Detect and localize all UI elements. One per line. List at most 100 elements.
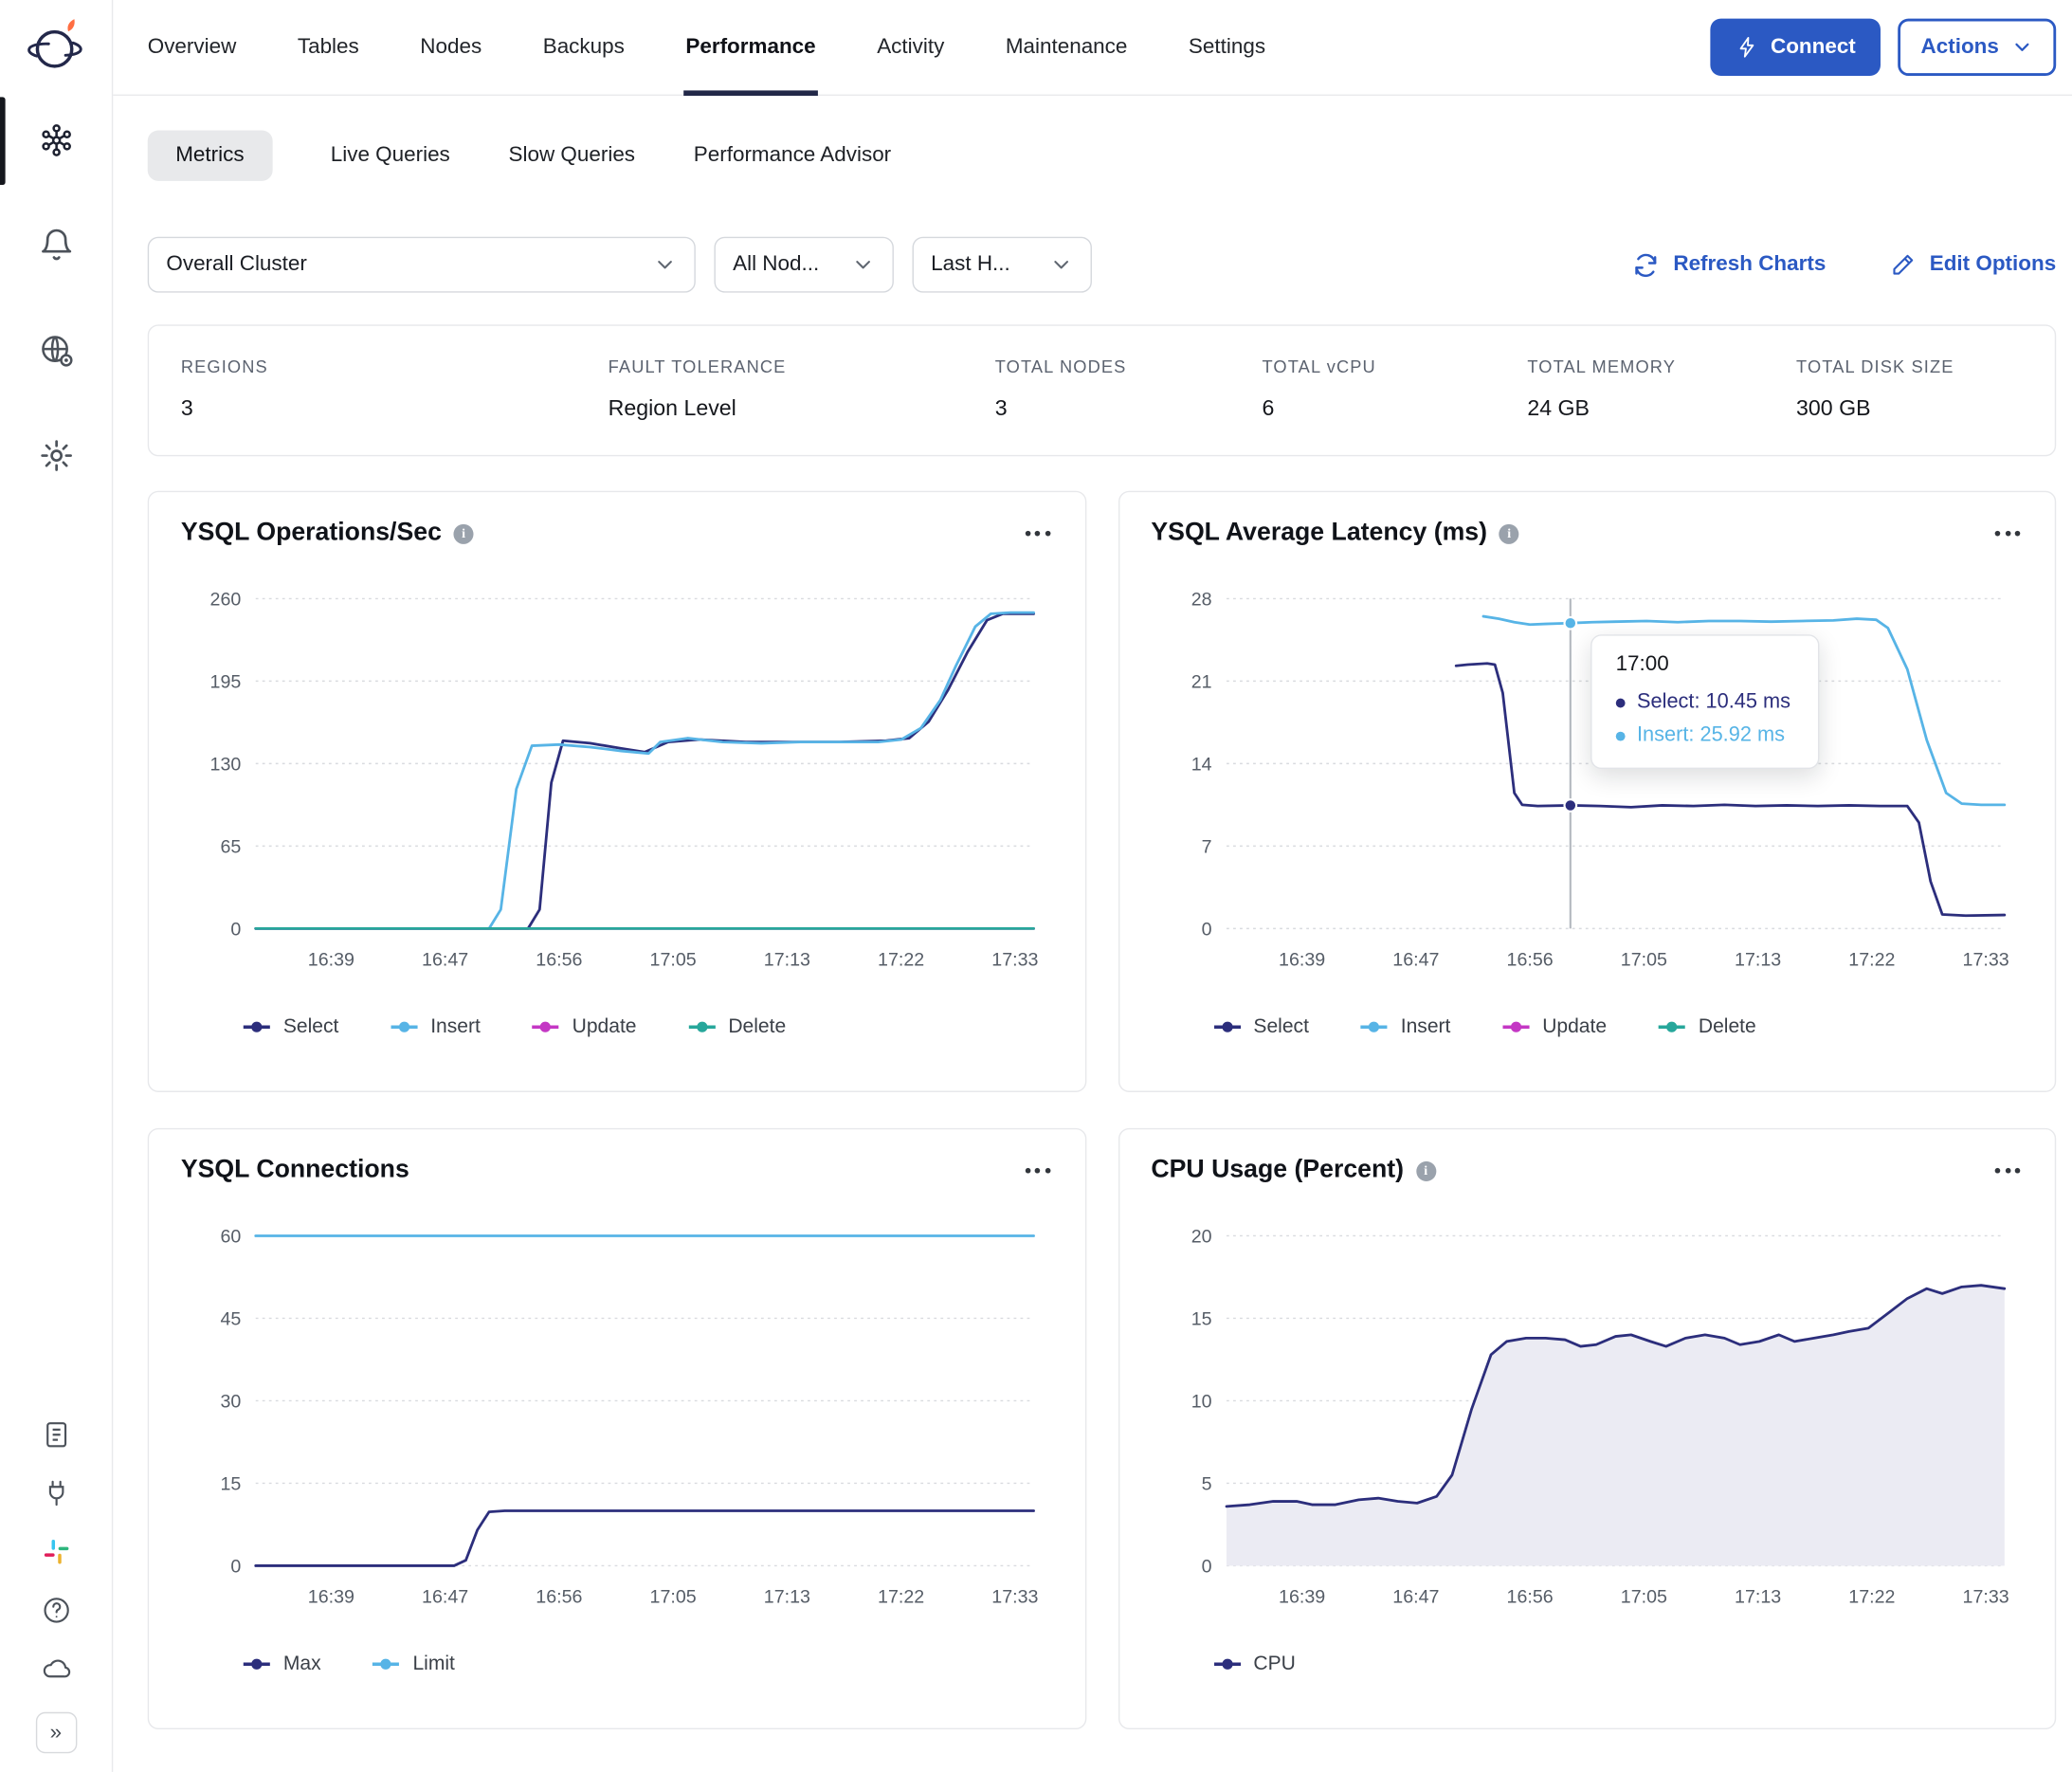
tab-nodes[interactable]: Nodes (420, 0, 482, 95)
sidebar-item-slack[interactable] (35, 1537, 76, 1567)
info-icon[interactable] (453, 523, 474, 544)
chart-menu-button[interactable] (1992, 1158, 2023, 1184)
legend-item-cpu[interactable]: CPU (1212, 1653, 1296, 1675)
summary-label: TOTAL DISK SIZE (1796, 356, 1954, 377)
x-axis-tick-label: 17:22 (878, 1587, 924, 1608)
summary-value: 3 (994, 396, 1008, 421)
x-axis-tick-label: 17:33 (1962, 1587, 2008, 1608)
legend-label: Select (1253, 1014, 1309, 1038)
chart-area: 0 65 130 195 260 16:39 16:47 16:56 17:05 17:13 17:… (181, 572, 1053, 991)
sidebar-item-network[interactable] (0, 333, 112, 369)
legend-item-delete[interactable]: Delete (1657, 1014, 1756, 1038)
legend-item-insert[interactable]: Insert (1359, 1015, 1450, 1037)
tab-backups[interactable]: Backups (543, 0, 625, 95)
connect-button[interactable]: Connect (1710, 18, 1881, 76)
subtab-performance-advisor[interactable]: Performance Advisor (694, 131, 891, 181)
legend-item-select[interactable]: Select (1212, 1014, 1309, 1038)
sidebar-item-help[interactable] (35, 1595, 76, 1625)
app-logo[interactable] (24, 13, 87, 77)
y-axis-tick-label: 15 (220, 1473, 241, 1494)
chart-menu-button[interactable] (1992, 521, 2023, 547)
sidebar-item-clusters[interactable] (0, 96, 112, 185)
chart-canvas-ysql-latency[interactable]: 0 7 14 21 28 16:39 16:47 16:56 17:05 17:13 17:22 17… (1151, 572, 2023, 991)
x-axis-tick-label: 17:22 (878, 950, 924, 971)
legend-item-insert[interactable]: Insert (390, 1015, 481, 1037)
legend-label: Delete (1698, 1014, 1756, 1038)
tab-performance[interactable]: Performance (682, 0, 819, 97)
chart-title: CPU Usage (Percent) (1151, 1156, 1405, 1184)
cluster-scope-select[interactable]: Overall Cluster (147, 236, 696, 293)
metrics-filter-bar: Overall Cluster All Nod... Last H... Ref… (147, 236, 2056, 293)
chart-canvas-cpu-usage[interactable]: 0 5 10 15 20 16:39 16:47 16:56 17:05 17:13 17:22 17… (1151, 1209, 2023, 1628)
globe-gear-icon (41, 336, 72, 367)
x-axis-tick-label: 17:05 (1620, 950, 1666, 971)
info-icon[interactable] (1499, 523, 1519, 544)
legend-glyph (688, 1020, 716, 1032)
bell-icon (41, 228, 71, 261)
x-axis-tick-label: 16:39 (308, 950, 354, 971)
tab-tables[interactable]: Tables (298, 0, 359, 95)
chevron-down-icon (1049, 253, 1073, 277)
cluster-network-icon (41, 124, 71, 156)
x-axis-tick-label: 16:56 (536, 1587, 582, 1608)
filter-actions: Refresh Charts Edit Options (1632, 250, 2056, 278)
actions-button[interactable]: Actions (1898, 18, 2057, 76)
gear-icon (40, 440, 72, 471)
legend-item-max[interactable]: Max (242, 1653, 321, 1675)
legend-item-limit[interactable]: Limit (372, 1653, 455, 1675)
chart-area: 0 5 10 15 20 16:39 16:47 16:56 17:05 17:13 17:22 17… (1151, 1209, 2023, 1628)
x-axis-tick-label: 16:47 (1392, 950, 1439, 971)
legend-label: CPU (1253, 1652, 1296, 1675)
nodes-select[interactable]: All Nod... (714, 236, 894, 293)
tab-activity[interactable]: Activity (877, 0, 944, 95)
slack-icon (44, 1539, 68, 1564)
x-axis-tick-label: 16:56 (536, 950, 582, 971)
y-axis-tick-label: 45 (220, 1308, 241, 1329)
legend-item-select[interactable]: Select (242, 1015, 338, 1037)
performance-subtabs: Metrics Live Queries Slow Queries Perfor… (147, 130, 2038, 181)
subtab-metrics[interactable]: Metrics (147, 130, 273, 181)
info-icon[interactable] (1415, 1160, 1436, 1181)
legend-item-update[interactable]: Update (1501, 1014, 1608, 1038)
planet-logo-icon (27, 19, 82, 68)
legend-label: Update (1542, 1014, 1608, 1038)
sidebar-item-integrations[interactable] (35, 1478, 76, 1508)
sidebar-item-settings[interactable] (0, 438, 112, 474)
chart-card-ysql-connections: YSQL Connections 0 15 30 45 60 16:39 16:47 16:5… (147, 1127, 1086, 1730)
sidebar-item-alerts[interactable] (0, 228, 112, 264)
cluster-summary-bar: REGIONS 3 FAULT TOLERANCE Region Level T… (147, 324, 2057, 457)
sidebar-collapse-button[interactable] (35, 1711, 77, 1754)
sidebar-item-docs[interactable] (35, 1419, 76, 1450)
edit-options-button[interactable]: Edit Options (1890, 251, 2056, 278)
time-range-select[interactable]: Last H... (912, 236, 1092, 293)
legend-glyph (391, 1020, 418, 1032)
series-line-max (254, 1509, 1035, 1567)
chart-menu-button[interactable] (1022, 1158, 1052, 1184)
tooltip-select-value: Select: 10.45 ms (1637, 690, 1791, 714)
x-axis-tick-label: 17:13 (764, 950, 810, 971)
refresh-charts-button[interactable]: Refresh Charts (1632, 250, 1826, 278)
legend-item-update[interactable]: Update (531, 1015, 637, 1037)
y-axis-tick-label: 5 (1201, 1473, 1211, 1494)
chart-canvas-ysql-connections[interactable]: 0 15 30 45 60 16:39 16:47 16:56 17:05 17:13 17:22 1… (181, 1209, 1053, 1628)
legend-item-delete[interactable]: Delete (687, 1015, 786, 1037)
tab-overview[interactable]: Overview (148, 0, 237, 95)
chart-menu-button[interactable] (1022, 521, 1052, 547)
y-axis-tick-label: 0 (1201, 1556, 1211, 1577)
subtab-slow-queries[interactable]: Slow Queries (509, 131, 636, 181)
summary-label: TOTAL vCPU (1262, 356, 1376, 377)
crosshair-marker (1562, 798, 1577, 813)
summary-value: 6 (1262, 396, 1275, 421)
sidebar-item-cloud[interactable] (35, 1653, 76, 1684)
tooltip-insert-value: Insert: 25.92 ms (1637, 723, 1785, 747)
tab-maintenance[interactable]: Maintenance (1006, 0, 1128, 95)
x-axis-tick-label: 16:39 (1278, 950, 1324, 971)
y-axis-tick-label: 20 (1190, 1226, 1211, 1247)
subtab-live-queries[interactable]: Live Queries (331, 131, 450, 181)
tab-settings[interactable]: Settings (1189, 0, 1265, 95)
x-axis-tick-label: 16:39 (308, 1587, 354, 1608)
series-line-insert (254, 611, 1035, 930)
cloud-icon (43, 1659, 70, 1678)
summary-value: 24 GB (1527, 396, 1590, 421)
chart-canvas-ysql-operations[interactable]: 0 65 130 195 260 16:39 16:47 16:56 17:05 17:13 17:… (181, 572, 1053, 991)
